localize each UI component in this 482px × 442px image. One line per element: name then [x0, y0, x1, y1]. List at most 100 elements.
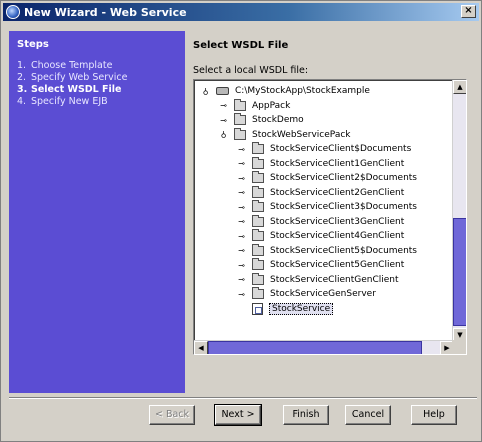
step-number: 1. [17, 60, 27, 71]
steps-heading: Steps [17, 39, 49, 50]
tree-node-label: StockServiceClient3GenClient [270, 216, 405, 227]
tree-node[interactable]: ⊸ StockServiceGenServer [236, 287, 376, 301]
cancel-button[interactable]: Cancel [345, 405, 391, 425]
back-button[interactable]: < Back [149, 405, 195, 425]
folder-icon [252, 142, 264, 154]
step-number: 2. [17, 72, 27, 83]
tree-node-label: StockServiceClient2GenClient [270, 187, 405, 198]
drive-icon [216, 87, 229, 95]
scroll-left-icon[interactable]: ◀ [194, 341, 208, 354]
collapsed-handle-icon[interactable]: ⊸ [236, 246, 247, 255]
tree-node[interactable]: ⊸ StockServiceClient2GenClient [236, 185, 405, 200]
folder-icon [252, 214, 264, 227]
collapsed-handle-icon[interactable]: ⊸ [236, 188, 247, 197]
folder-icon [252, 258, 264, 270]
tree-node[interactable]: ⚲ C:\MyStockApp\StockExample [200, 84, 370, 98]
help-button[interactable]: Help [411, 405, 457, 425]
tree-label: Select a local WSDL file: [193, 65, 309, 76]
tree-node[interactable]: ⊸ StockServiceClient3GenClient [236, 214, 405, 229]
tree-node-label: AppPack [252, 100, 291, 111]
tree-node-label: StockServiceClient3$Documents [270, 202, 417, 212]
button-separator [9, 397, 477, 399]
tree-node-label: StockWebServicePack [252, 129, 351, 140]
collapsed-handle-icon[interactable]: ⊸ [236, 174, 247, 183]
tree-node[interactable]: ⊸ StockDemo [218, 113, 304, 127]
tree-node-label: StockServiceGenServer [270, 289, 376, 299]
tree-node-label: C:\MyStockApp\StockExample [235, 86, 370, 96]
finish-button[interactable]: Finish [283, 405, 329, 425]
tree-node[interactable]: ⊸ StockServiceClient1GenClient [236, 156, 405, 171]
app-icon [6, 5, 20, 19]
step-number: 4. [17, 96, 27, 107]
wizard-window: New Wizard - Web Service × Steps 1. Choo… [0, 0, 482, 442]
tree-node-label: StockServiceClient2$Documents [270, 173, 417, 183]
tree-node-label: StockServiceClient1GenClient [270, 158, 405, 169]
step-item-4: 4. Specify New EJB [9, 96, 185, 108]
tree-node[interactable]: ⊸ StockServiceClient$Documents [236, 142, 411, 156]
step-item-2: 2. Specify Web Service [9, 72, 185, 84]
folder-icon [252, 229, 264, 241]
tree-node-label: StockServiceClient5$Documents [270, 245, 417, 256]
tree-node-label: StockServiceClient$Documents [270, 144, 412, 154]
tree-node[interactable]: ⊸ StockServiceClient4GenClient [236, 229, 404, 243]
collapsed-handle-icon[interactable]: ⊸ [236, 217, 247, 226]
step-item-1: 1. Choose Template [9, 60, 185, 72]
tree-node[interactable]: StockService [236, 302, 334, 316]
step-label: Select WSDL File [31, 84, 122, 95]
collapsed-handle-icon[interactable]: ⊸ [236, 203, 247, 212]
vertical-scrollbar[interactable]: ▲ ▼ [452, 80, 466, 342]
tree-node[interactable]: ⊸ StockServiceClient2$Documents [236, 171, 417, 185]
tree-node[interactable]: ⊸ AppPack [218, 98, 291, 113]
wsdl-file-icon [252, 302, 263, 315]
expanded-handle-icon[interactable]: ⚲ [218, 130, 229, 139]
content-panel: Select WSDL File Select a local WSDL fil… [193, 31, 477, 393]
folder-icon [252, 171, 264, 183]
tree-node[interactable]: ⚲ StockWebServicePack [218, 127, 351, 142]
collapsed-handle-icon[interactable]: ⊸ [236, 159, 247, 168]
collapsed-handle-icon[interactable]: ⊸ [236, 261, 247, 270]
scrollbar-corner [452, 340, 466, 354]
tree-node-label: StockServiceClientGenClient [270, 274, 399, 285]
step-item-3-current: 3. Select WSDL File [9, 84, 185, 96]
folder-icon [252, 287, 264, 299]
step-label: Choose Template [31, 60, 113, 71]
close-icon: × [464, 5, 473, 16]
collapsed-handle-icon[interactable]: ⊸ [218, 116, 229, 125]
folder-icon [234, 113, 246, 125]
tree-node[interactable]: ⊸ StockServiceClientGenClient [236, 272, 399, 287]
folder-icon [252, 243, 264, 256]
step-number: 3. [17, 84, 28, 95]
folder-icon [234, 98, 246, 111]
vertical-scroll-thumb[interactable] [453, 218, 466, 326]
tree-node[interactable]: ⊸ StockServiceClient5$Documents [236, 243, 417, 258]
folder-icon [234, 127, 246, 140]
close-button[interactable]: × [461, 5, 476, 18]
collapsed-handle-icon[interactable]: ⊸ [218, 101, 229, 110]
horizontal-scroll-thumb[interactable] [208, 341, 422, 354]
tree-node-label: StockDemo [252, 115, 304, 125]
next-button[interactable]: Next > [214, 404, 262, 426]
tree-node-label: StockServiceClient5GenClient [270, 260, 405, 270]
folder-icon [252, 156, 264, 169]
collapsed-handle-icon[interactable]: ⊸ [236, 290, 247, 299]
step-label: Specify Web Service [31, 72, 128, 83]
tree-node[interactable]: ⊸ StockServiceClient5GenClient [236, 258, 404, 272]
window-title: New Wizard - Web Service [24, 5, 187, 19]
folder-icon [252, 200, 264, 212]
collapsed-handle-icon[interactable]: ⊸ [236, 232, 247, 241]
tree-node[interactable]: ⊸ StockServiceClient3$Documents [236, 200, 417, 214]
folder-icon [252, 185, 264, 198]
file-tree[interactable]: ⚲ C:\MyStockApp\StockExample ⊸ AppPack ⊸ Stoc… [193, 79, 467, 355]
tree-node-label: StockServiceClient4GenClient [270, 231, 405, 241]
step-label: Specify New EJB [31, 96, 108, 107]
collapsed-handle-icon[interactable]: ⊸ [236, 145, 247, 154]
tree-node-label: StockService [269, 302, 334, 315]
steps-panel: Steps 1. Choose Template 2. Specify Web … [9, 31, 185, 393]
title-bar[interactable]: New Wizard - Web Service × [3, 3, 479, 21]
collapsed-handle-icon[interactable]: ⊸ [236, 275, 247, 284]
scroll-up-icon[interactable]: ▲ [453, 80, 466, 94]
folder-icon [252, 272, 264, 285]
expanded-handle-icon[interactable]: ⚲ [200, 87, 211, 96]
horizontal-scrollbar[interactable]: ◀ ▶ [194, 340, 454, 354]
